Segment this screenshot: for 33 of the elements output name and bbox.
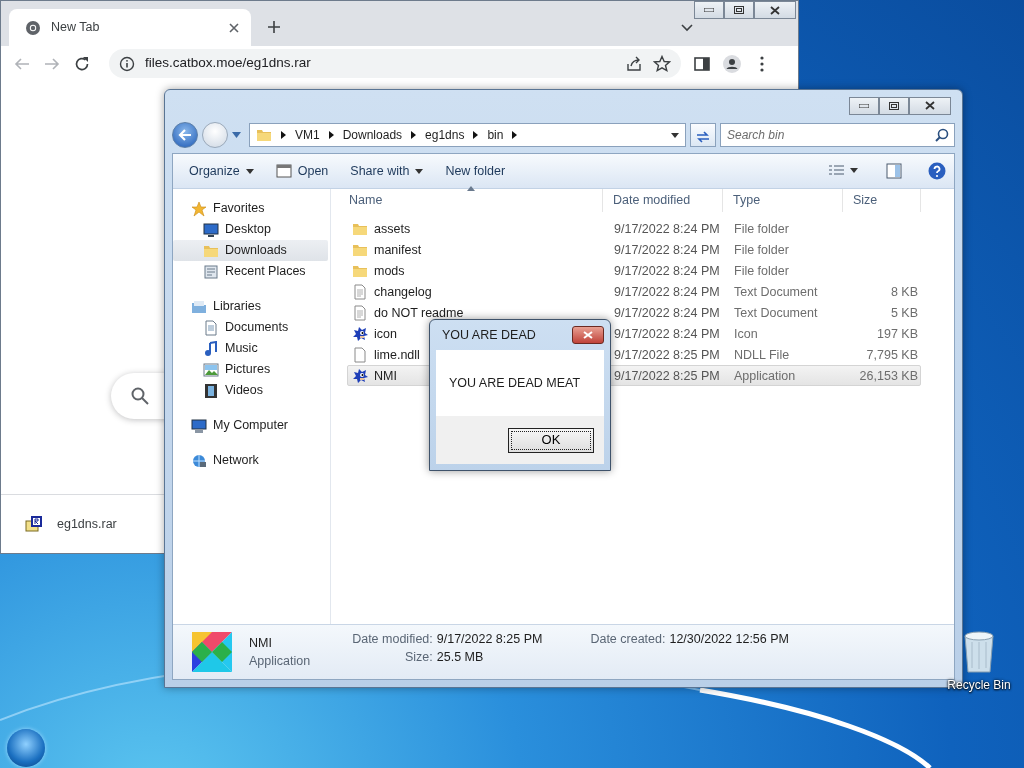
date-cell-text: 9/17/2022 8:24 PM [613,304,721,321]
size-cell-text: 197 KB [876,325,919,342]
size-cell-text: 7,795 KB [865,346,919,363]
date-cell-text: 9/17/2022 8:24 PM [613,283,721,300]
type-cell-text: Application [733,367,797,384]
selected-file-type: Application [249,653,311,670]
date-cell-text: 9/17/2022 8:24 PM [613,241,721,258]
size-cell-text: 26,153 KB [858,367,919,384]
detail-label: Size: [403,649,433,666]
selected-file-name: NMI [249,635,273,652]
size-cell-text: 5 KB [889,304,919,321]
tab-title: New Tab [51,19,101,37]
type-cell-text: File folder [733,220,790,237]
detail-value: 25.5 MB [436,649,485,666]
dialog-message: YOU ARE DEAD MEAT [449,374,581,392]
type-cell-text: File folder [733,262,790,279]
date-cell-text: 9/17/2022 8:25 PM [613,367,721,384]
date-cell-text: 9/17/2022 8:24 PM [613,262,721,279]
dialog-title: YOU ARE DEAD [442,326,536,344]
type-cell-text: Icon [733,325,759,342]
date-cell-text: 9/17/2022 8:24 PM [613,325,721,342]
size-cell-text: 8 KB [889,283,919,300]
date-cell-text: 9/17/2022 8:25 PM [613,346,721,363]
type-cell-text: Text Document [733,304,819,321]
date-cell-text: 9/17/2022 8:24 PM [613,220,721,237]
type-cell-text: NDLL File [733,346,791,363]
type-cell-text: Text Document [733,283,819,300]
detail-value: 12/30/2022 12:56 PM [669,631,789,648]
detail-value: 9/17/2022 8:25 PM [436,631,543,648]
type-cell-text: File folder [733,241,790,258]
url-text: files.catbox.moe/eg1dns.rar [145,54,312,73]
detail-label: Date created: [590,631,666,648]
detail-label: Date modified: [352,631,433,648]
